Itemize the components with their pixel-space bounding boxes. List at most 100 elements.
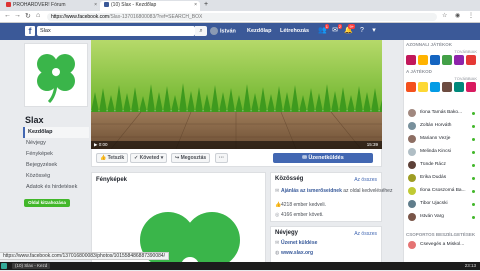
user-name: István xyxy=(220,28,236,35)
community-see-all-link[interactable]: Az összes xyxy=(354,177,377,183)
contact-name: Tibor Ujacski xyxy=(420,201,448,206)
video-duration: 15:39 xyxy=(366,142,378,147)
contact-item[interactable]: Tünde Rácz xyxy=(406,160,480,170)
invite-row: ✉ Ajánlás az ismerőseidnek az oldal kedve… xyxy=(275,188,392,194)
games-more-link[interactable]: TOVÁBBIAK xyxy=(454,49,477,54)
contact-item[interactable]: István Varg xyxy=(406,212,480,222)
send-message-link[interactable]: Üzenet küldése xyxy=(281,240,317,246)
avatar xyxy=(408,135,416,143)
clock: 23:13 xyxy=(464,263,476,268)
more-button[interactable]: ··· xyxy=(215,153,228,163)
nav-info-ads[interactable]: Adatok és hirdetések xyxy=(23,182,89,193)
game-tile[interactable] xyxy=(406,82,416,92)
contact-name: Ilona Csoszomá Ba... xyxy=(420,188,466,193)
avatar xyxy=(408,122,416,130)
star-icon[interactable]: ☆ xyxy=(442,12,447,19)
os-taskbar: (10) Slax - Kezd 23:13 xyxy=(0,262,480,270)
invite-suffix: az oldal kedveléséhez xyxy=(343,188,393,194)
facebook-favicon-icon xyxy=(104,2,109,8)
share-button[interactable]: ↪ Megosztás xyxy=(171,153,211,163)
thumbs-up-icon: 👍 xyxy=(100,155,107,161)
video-controls[interactable]: ▶ 0:00 15:39 xyxy=(91,141,382,149)
game-tile[interactable] xyxy=(466,82,476,92)
tab-slax[interactable]: (10) Slax - Kezdőlap × xyxy=(100,1,200,11)
photos-title: Fényképek xyxy=(96,177,128,183)
avatar xyxy=(408,148,416,156)
game-tile[interactable] xyxy=(418,55,428,65)
instant-games-header: AZONNALI JÁTÉKOK xyxy=(406,42,452,47)
game-tile[interactable] xyxy=(454,55,464,65)
profile-link[interactable]: István xyxy=(210,27,236,36)
community-title: Közösség xyxy=(275,176,304,182)
friend-requests-icon[interactable]: 👥 1 xyxy=(318,24,329,35)
nav-photos[interactable]: Fényképek xyxy=(23,149,89,160)
group-avatar xyxy=(408,241,416,249)
game-tile[interactable] xyxy=(406,55,416,65)
chat-sidebar: AZONNALI JÁTÉKOK TOVÁBBIAK A JÁTÉKOD TOV… xyxy=(403,40,480,262)
group-chat-item[interactable]: Csevegés a Miskol... xyxy=(406,240,480,250)
follow-button[interactable]: ✓ Követed ▾ xyxy=(130,153,168,163)
promote-page-button[interactable]: Oldal kitzahozása xyxy=(24,199,70,207)
about-see-all-link[interactable]: Az összes xyxy=(354,231,377,237)
home-link[interactable]: Kezdőlap xyxy=(247,27,271,36)
game-tile[interactable] xyxy=(466,55,476,65)
your-games-header: A JÁTÉKOD xyxy=(406,69,432,74)
contact-item[interactable]: Ilona Tamás Bako... xyxy=(406,108,480,118)
game-tile[interactable] xyxy=(430,82,440,92)
contact-item[interactable]: Tibor Ujacski xyxy=(406,199,480,209)
page-profile-picture[interactable] xyxy=(24,43,88,107)
game-tile[interactable] xyxy=(442,55,452,65)
search-input[interactable]: Slax xyxy=(37,26,195,36)
dropdown-icon[interactable]: ▾ xyxy=(370,27,378,35)
website-row: ◍ www.slax.org xyxy=(275,250,313,256)
invite-link[interactable]: Ajánlás az ismerőseidnek xyxy=(281,188,342,194)
nav-community[interactable]: Közösség xyxy=(23,171,89,182)
new-tab-button[interactable]: + xyxy=(201,1,211,11)
like-button[interactable]: 👍 Tetszik xyxy=(96,153,129,163)
close-tab-icon[interactable]: × xyxy=(94,2,97,8)
start-menu-icon[interactable] xyxy=(1,263,7,269)
taskbar-window-button[interactable]: (10) Slax - Kezd xyxy=(12,263,51,269)
follow-label: Követed ▾ xyxy=(139,155,164,161)
search-icon[interactable]: ⌕ xyxy=(195,26,207,36)
cover-video[interactable]: ▶ 0:00 15:39 xyxy=(91,40,382,149)
game-tile[interactable] xyxy=(454,82,464,92)
contact-item[interactable]: Ilona Csoszomá Ba... xyxy=(406,186,480,196)
avatar xyxy=(408,187,416,195)
contact-item[interactable]: Melinda Kincsi xyxy=(406,147,480,157)
contact-item[interactable]: Zoltán Horváth xyxy=(406,121,480,131)
contact-name: Melinda Kincsi xyxy=(420,149,451,154)
close-tab-icon[interactable]: × xyxy=(194,2,197,8)
nav-about[interactable]: Névjegy xyxy=(23,138,89,149)
menu-icon[interactable]: ⋮ xyxy=(468,12,474,19)
url-field[interactable]: https://www.facebook.com/Slax-1370168000… xyxy=(47,13,437,21)
extension-icon[interactable]: ◉ xyxy=(455,12,460,19)
create-link[interactable]: Létrehozás xyxy=(280,27,309,36)
avatar xyxy=(210,27,218,35)
tab-prohardver[interactable]: PROHARDVER! Fórum × xyxy=(2,1,100,11)
back-icon[interactable]: ← xyxy=(4,12,11,19)
url-host: https://www.facebook.com xyxy=(51,14,110,20)
messenger-icon[interactable]: ✉ 2 xyxy=(331,24,342,35)
reload-icon[interactable]: ↻ xyxy=(25,12,31,20)
follows-count: 4166 ember követi. xyxy=(281,212,324,218)
game-tile[interactable] xyxy=(442,82,452,92)
your-games-more-link[interactable]: TOVÁBBIAK xyxy=(454,76,477,81)
nav-home[interactable]: Kezdőlap xyxy=(23,127,89,138)
online-indicator xyxy=(472,216,475,219)
online-indicator xyxy=(472,164,475,167)
game-tile[interactable] xyxy=(430,55,440,65)
contact-item[interactable]: Mariann Vezje xyxy=(406,134,480,144)
share-icon: ↪ xyxy=(175,155,180,161)
forward-icon[interactable]: → xyxy=(14,12,21,19)
home-icon[interactable]: ⌂ xyxy=(36,12,40,19)
nav-posts[interactable]: Bejegyzések xyxy=(23,160,89,171)
contact-item[interactable]: Erika Dudás xyxy=(406,173,480,183)
follow-icon: ✓ xyxy=(134,155,139,161)
notifications-icon[interactable]: 🔔 9+ xyxy=(344,24,355,35)
send-message-button[interactable]: ✉ Üzenetküldés xyxy=(273,153,373,163)
facebook-logo-icon[interactable]: f xyxy=(25,26,35,36)
help-icon[interactable]: ? xyxy=(358,27,366,35)
game-tile[interactable] xyxy=(418,82,428,92)
website-link[interactable]: www.slax.org xyxy=(281,250,313,256)
